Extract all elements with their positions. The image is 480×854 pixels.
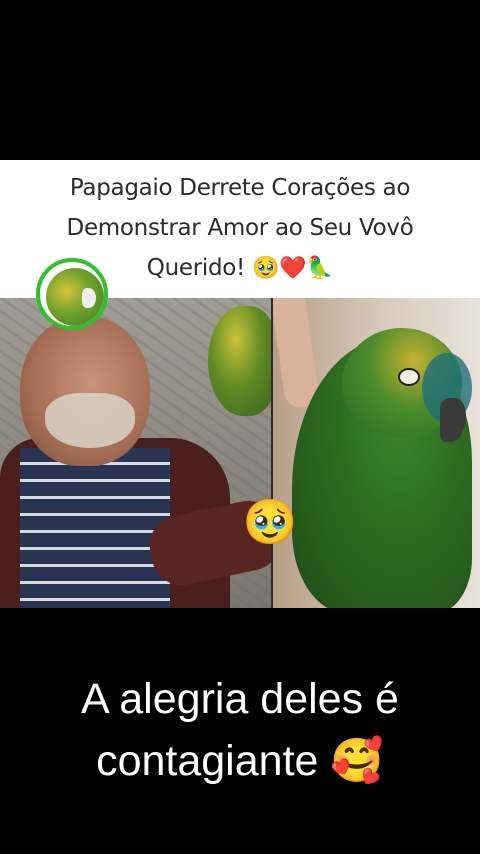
photo-divider [271, 298, 273, 608]
avatar-beak [82, 288, 96, 308]
pleading-face-emoji: 🥹 [242, 497, 298, 548]
title-line-1: Papagaio Derrete Corações ao [69, 175, 411, 201]
title-line-3-text: Querido! [146, 255, 252, 281]
title-emojis: 🥹❤️🦜 [251, 256, 334, 281]
caption-line-2: contagiante 🥰 [96, 737, 384, 785]
human-finger [272, 298, 321, 410]
parrot-on-shoulder [208, 306, 272, 416]
parrot-closeup-photo [272, 298, 480, 608]
video-frame[interactable]: 🥹 [0, 298, 480, 608]
title-line-2: Demonstrar Amor ao Seu Vovô [66, 215, 414, 241]
channel-avatar[interactable] [36, 258, 108, 330]
man-beard [45, 393, 135, 448]
parrot-eye [398, 368, 420, 386]
man-striped-shirt [20, 448, 170, 608]
caption: A alegria deles é contagiante 🥰 [0, 668, 480, 792]
top-black-band [0, 0, 480, 160]
caption-line-1: A alegria deles é [81, 675, 399, 723]
grandfather-photo [0, 298, 272, 608]
